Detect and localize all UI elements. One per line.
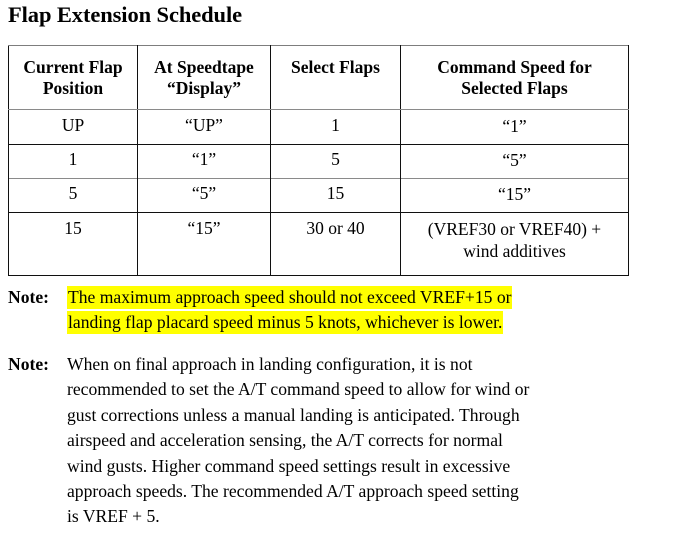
column-header-at-speedtape-display: At Speedtape “Display” [137,45,271,110]
column-header-line-1: Current Flap [23,57,123,77]
cell-current-flap-position: 15 [8,212,138,276]
column-header-line-2: Selected Flaps [461,78,568,98]
cell-current-flap-position: UP [8,109,138,145]
cell-current-flap-position: 1 [8,144,138,179]
cell-command-speed-line-1: (VREF30 or VREF40) + [427,219,602,239]
column-header-select-flaps: Select Flaps [270,45,401,110]
page-title: Flap Extension Schedule [8,2,242,27]
column-header-line-1: Command Speed for [437,57,592,77]
cell-at-speedtape-display: “1” [137,144,271,179]
note-label: Note: [8,287,50,307]
cell-command-speed: “1” [400,109,629,145]
note-body: When on final approach in landing config… [67,352,682,530]
note-line: gust corrections unless a manual landing… [67,404,520,425]
cell-at-speedtape-display: “15” [137,212,271,276]
note-highlighted: Note: The maximum approach speed should … [8,285,682,335]
table-row: 1 “1” 5 “5” [8,144,629,179]
column-header-command-speed-for-selected-flaps: Command Speed for Selected Flaps [400,45,629,110]
cell-command-speed: “5” [400,144,629,179]
table-header-row: Current Flap Position At Speedtape “Disp… [8,45,629,110]
table-row: UP “UP” 1 “1” [8,109,629,145]
cell-at-speedtape-display: “5” [137,178,271,213]
note-line: recommended to set the A/T command speed… [67,379,530,400]
note-label: Note: [8,354,50,374]
cell-command-speed-line-1: “15” [497,184,532,204]
cell-at-speedtape-display: “UP” [137,109,271,145]
column-header-line-2: Position [42,78,104,98]
note-line: landing flap placard speed minus 5 knots… [67,310,682,335]
note-body: The maximum approach speed should not ex… [67,285,682,335]
cell-command-speed-line-1: “5” [502,150,527,170]
cell-select-flaps: 15 [270,178,401,213]
note-line: approach speeds. The recommended A/T app… [67,481,519,502]
flap-extension-schedule-table: Current Flap Position At Speedtape “Disp… [8,45,629,276]
column-header-line-2: “Display” [167,78,241,98]
note-line: wind gusts. Higher command speed setting… [67,455,511,476]
table-row: 15 “15” 30 or 40 (VREF30 or VREF40) + wi… [8,212,629,276]
column-header-line-1: At Speedtape [154,57,254,77]
cell-command-speed: “15” [400,178,629,213]
note-line: is VREF + 5. [67,506,160,527]
table-header: Current Flap Position At Speedtape “Disp… [8,45,629,110]
note-plain: Note: When on final approach in landing … [8,352,682,530]
table-row: 5 “5” 15 “15” [8,178,629,213]
cell-command-speed-line-1: “1” [502,116,527,136]
cell-select-flaps: 1 [270,109,401,145]
column-header-line-1: Select Flaps [291,57,380,77]
note-line: airspeed and acceleration sensing, the A… [67,430,503,451]
column-header-current-flap-position: Current Flap Position [8,45,138,110]
cell-select-flaps: 5 [270,144,401,179]
document-page: Flap Extension Schedule Current Flap Pos… [0,0,690,547]
cell-select-flaps: 30 or 40 [270,212,401,276]
note-line: The maximum approach speed should not ex… [67,285,682,310]
cell-current-flap-position: 5 [8,178,138,213]
highlight-span: landing flap placard speed minus 5 knots… [67,311,504,335]
table-body: UP “UP” 1 “1” 1 “1” 5 “5” 5 “5” 15 “15” … [8,109,629,276]
cell-command-speed: (VREF30 or VREF40) + wind additives [400,212,629,276]
cell-command-speed-line-2: wind additives [463,241,566,261]
note-line: When on final approach in landing config… [67,354,473,374]
highlight-span: The maximum approach speed should not ex… [67,286,513,309]
